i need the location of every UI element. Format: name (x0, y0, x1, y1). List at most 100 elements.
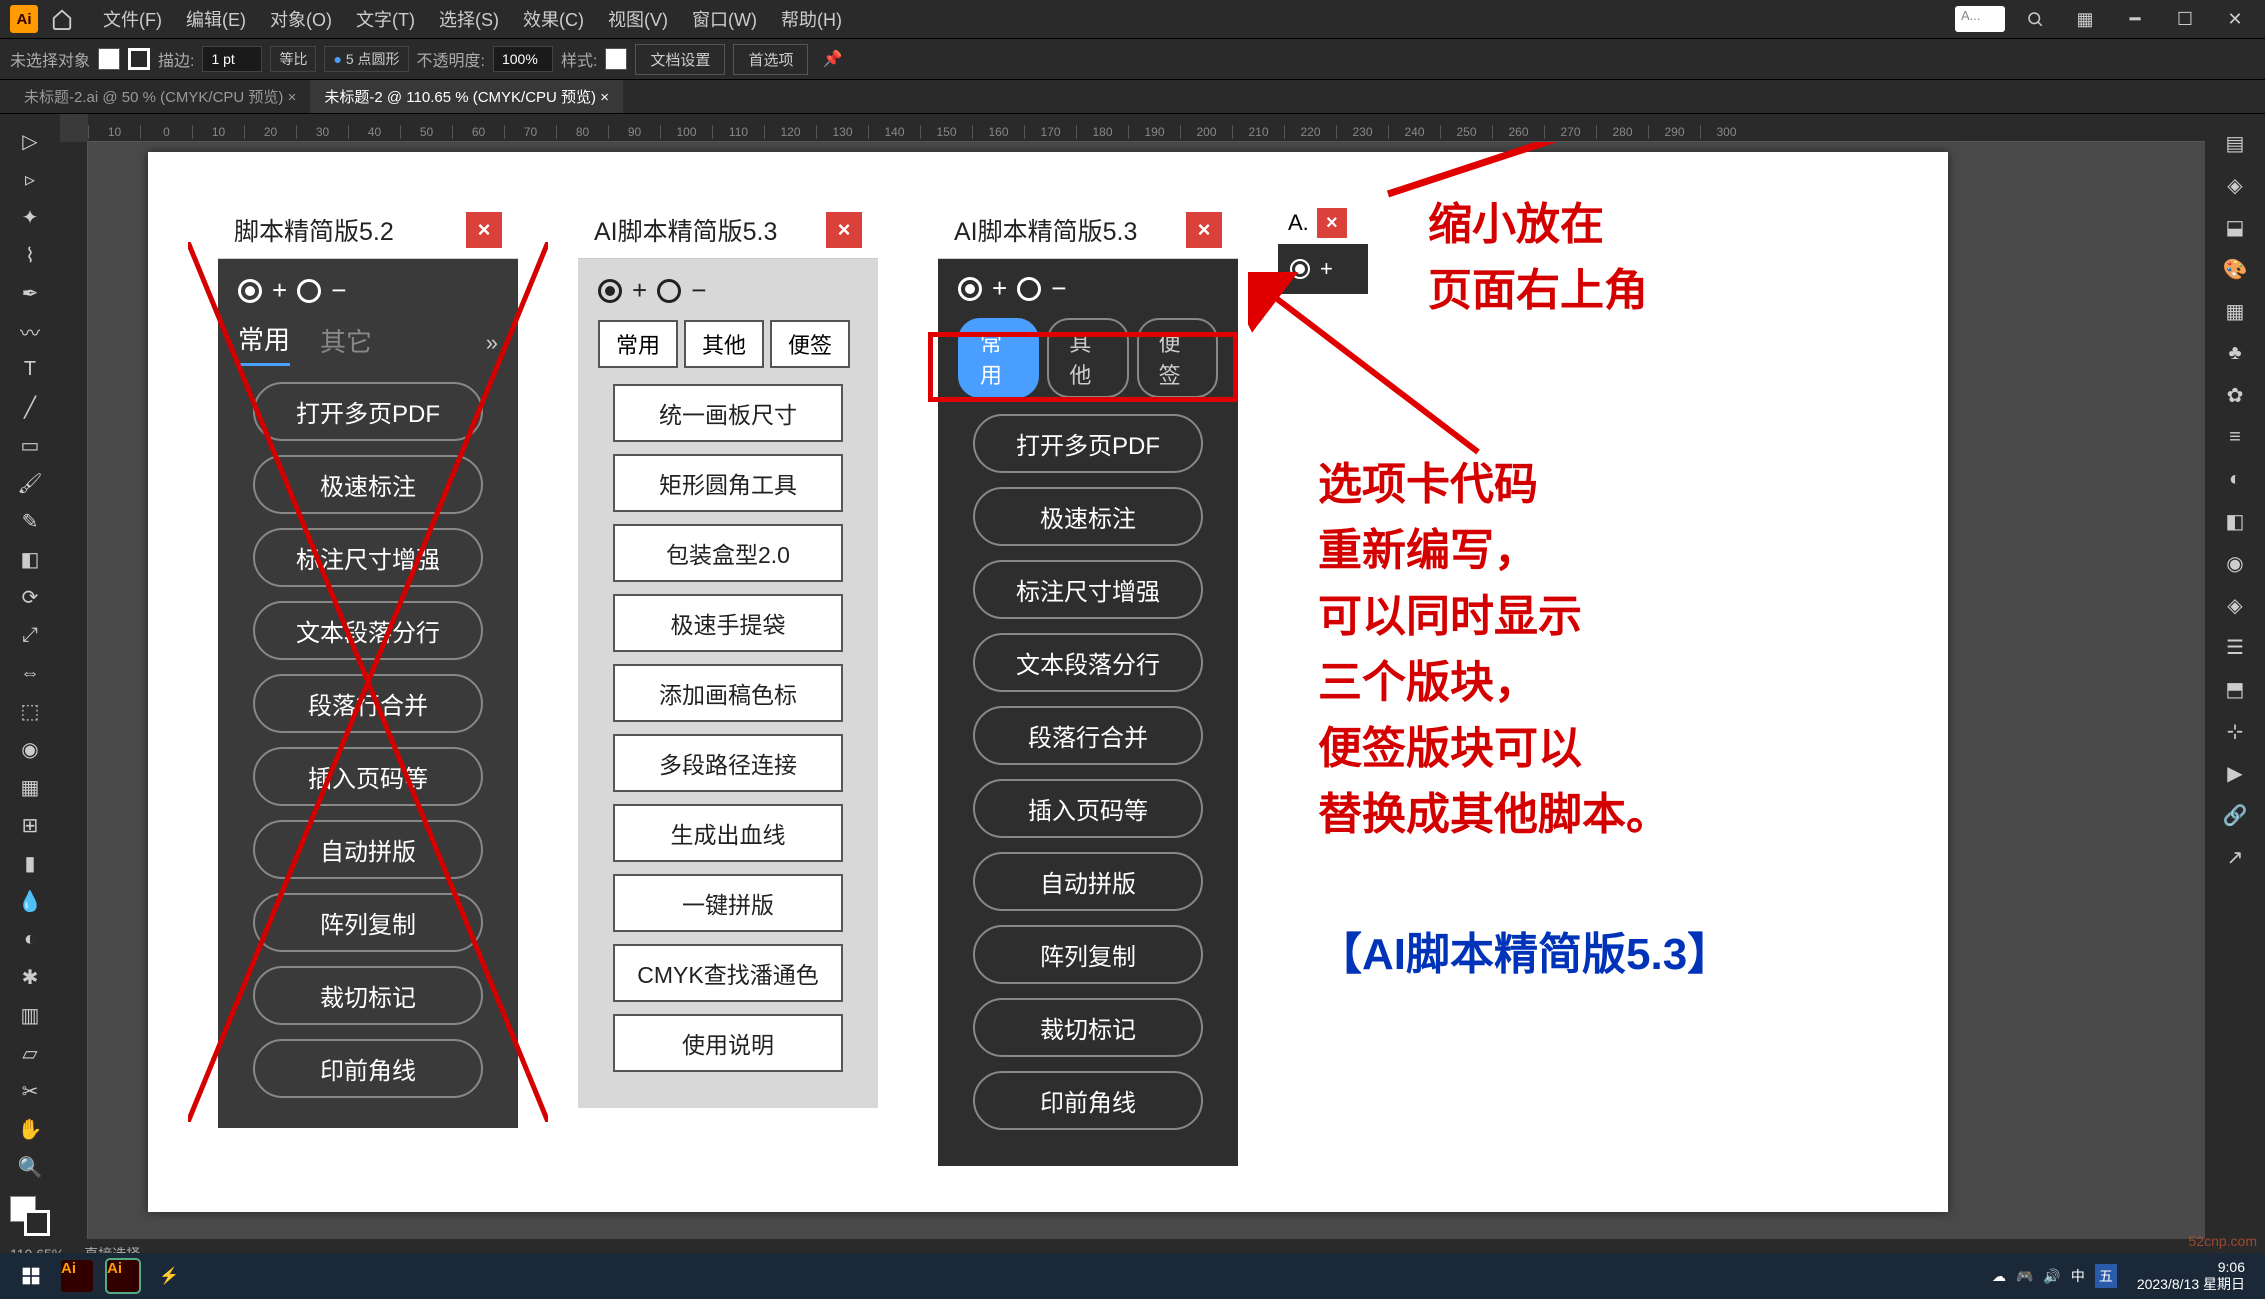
panel-53l-tab-common[interactable]: 常用 (598, 320, 678, 368)
script-button[interactable]: 生成出血线 (613, 804, 843, 862)
minimize-button[interactable]: ━ (2115, 4, 2155, 34)
preferences-button[interactable]: 首选项 (733, 44, 808, 75)
appearance-icon[interactable]: ◉ (2211, 542, 2259, 584)
stroke-swatch[interactable] (128, 48, 150, 70)
actions-icon[interactable]: ▶ (2211, 752, 2259, 794)
hand-tool[interactable]: ✋ (6, 1110, 54, 1148)
radio-icon[interactable] (238, 279, 262, 303)
eraser-tool[interactable]: ◧ (6, 540, 54, 578)
search-icon[interactable] (2015, 4, 2055, 34)
script-button[interactable]: 裁切标记 (253, 966, 483, 1025)
radio-icon[interactable] (1017, 277, 1041, 301)
script-button[interactable]: 极速手提袋 (613, 594, 843, 652)
script-button[interactable]: 段落行合并 (253, 674, 483, 733)
script-button[interactable]: 插入页码等 (973, 779, 1203, 838)
script-button[interactable]: 使用说明 (613, 1014, 843, 1072)
pen-tool[interactable]: ✒ (6, 274, 54, 312)
script-button[interactable]: 文本段落分行 (973, 633, 1203, 692)
width-tool[interactable]: ⇔ (6, 654, 54, 692)
radio-icon[interactable] (958, 277, 982, 301)
panel-53l-tab-notes[interactable]: 便签 (770, 320, 850, 368)
links-icon[interactable]: 🔗 (2211, 794, 2259, 836)
maximize-button[interactable]: ☐ (2165, 4, 2205, 34)
stroke-weight-input[interactable] (202, 46, 262, 72)
tray-icon[interactable]: ☁ (1992, 1268, 2006, 1285)
panel-53l-close[interactable]: × (826, 212, 862, 248)
color-icon[interactable]: 🎨 (2211, 248, 2259, 290)
free-transform-tool[interactable]: ⬚ (6, 692, 54, 730)
script-button[interactable]: 印前角线 (973, 1071, 1203, 1130)
gradient-icon[interactable]: ◐ (2211, 458, 2259, 500)
tray-ime2-icon[interactable]: 五 (2095, 1264, 2117, 1288)
mesh-tool[interactable]: ⊞ (6, 806, 54, 844)
menu-edit[interactable]: 编辑(E) (174, 6, 258, 32)
rectangle-tool[interactable]: ▭ (6, 426, 54, 464)
script-button[interactable]: 标注尺寸增强 (973, 560, 1203, 619)
menu-window[interactable]: 窗口(W) (680, 6, 769, 32)
script-button[interactable]: 一键拼版 (613, 874, 843, 932)
script-button[interactable]: 极速标注 (973, 487, 1203, 546)
expand-icon[interactable]: » (486, 330, 498, 356)
pin-icon[interactable]: 📌 (822, 49, 842, 69)
menu-view[interactable]: 视图(V) (596, 6, 680, 32)
panel-52-tab-common[interactable]: 常用 (238, 320, 290, 366)
swatches-icon[interactable]: ▦ (2211, 290, 2259, 332)
menu-object[interactable]: 对象(O) (258, 6, 344, 32)
script-button[interactable]: 多段路径连接 (613, 734, 843, 792)
menu-select[interactable]: 选择(S) (427, 6, 511, 32)
endpoint-dropdown[interactable]: ● 5 点圆形 (324, 46, 408, 72)
menu-effect[interactable]: 效果(C) (511, 6, 596, 32)
home-icon[interactable] (48, 5, 76, 33)
asset-export-icon[interactable]: ↗ (2211, 836, 2259, 878)
script-button[interactable]: 插入页码等 (253, 747, 483, 806)
script-button[interactable]: 文本段落分行 (253, 601, 483, 660)
panel-53d-close[interactable]: × (1186, 212, 1222, 248)
graph-tool[interactable]: ▥ (6, 996, 54, 1034)
scale-tool[interactable]: ⤢ (6, 616, 54, 654)
shaper-tool[interactable]: ✎ (6, 502, 54, 540)
rotate-tool[interactable]: ⟳ (6, 578, 54, 616)
paintbrush-tool[interactable]: 🖌 (6, 464, 54, 502)
panel-mini-close[interactable]: × (1317, 208, 1347, 238)
shape-builder-tool[interactable]: ◉ (6, 730, 54, 768)
tray-ime-icon[interactable]: 中 (2071, 1266, 2085, 1286)
close-button[interactable]: ✕ (2215, 4, 2255, 34)
libraries-icon[interactable]: ⬓ (2211, 206, 2259, 248)
taskbar-app-3[interactable]: ⚡ (148, 1257, 190, 1295)
gradient-tool[interactable]: ▮ (6, 844, 54, 882)
tray-icon[interactable]: 🎮 (2016, 1268, 2033, 1285)
script-button[interactable]: 矩形圆角工具 (613, 454, 843, 512)
radio-icon[interactable] (297, 279, 321, 303)
script-button[interactable]: 印前角线 (253, 1039, 483, 1098)
properties-icon[interactable]: ▤ (2211, 122, 2259, 164)
panel-52-tab-other[interactable]: 其它 (320, 322, 372, 365)
script-button[interactable]: 打开多页PDF (973, 414, 1203, 473)
brushes-icon[interactable]: ♣ (2211, 332, 2259, 374)
magic-wand-tool[interactable]: ✦ (6, 198, 54, 236)
menu-type[interactable]: 文字(T) (344, 6, 427, 32)
script-button[interactable]: 极速标注 (253, 455, 483, 514)
doc-tab-1[interactable]: 未标题-2.ai @ 50 % (CMYK/CPU 预览) × (10, 80, 310, 113)
script-button[interactable]: 阵列复制 (973, 925, 1203, 984)
script-button[interactable]: CMYK查找潘通色 (613, 944, 843, 1002)
script-button[interactable]: 自动拼版 (253, 820, 483, 879)
stroke-icon[interactable]: ≡ (2211, 416, 2259, 458)
color-picker[interactable] (10, 1196, 50, 1236)
artboard-tool[interactable]: ▱ (6, 1034, 54, 1072)
curvature-tool[interactable]: 〰 (6, 312, 54, 350)
script-button[interactable]: 添加画稿色标 (613, 664, 843, 722)
pathfinder-icon[interactable]: ⬒ (2211, 668, 2259, 710)
slice-tool[interactable]: ✂ (6, 1072, 54, 1110)
transform-icon[interactable]: ⊹ (2211, 710, 2259, 752)
script-button[interactable]: 段落行合并 (973, 706, 1203, 765)
direct-selection-tool[interactable]: ▹ (6, 160, 54, 198)
uniform-dropdown[interactable]: 等比 (270, 46, 316, 72)
arrange-icon[interactable]: ▦ (2065, 4, 2105, 34)
menu-help[interactable]: 帮助(H) (769, 6, 854, 32)
script-button[interactable]: 标注尺寸增强 (253, 528, 483, 587)
panel-53l-tab-other[interactable]: 其他 (684, 320, 764, 368)
canvas[interactable]: 脚本精简版5.2 × + − 常用 其它 » 打开多页PDF极速标注标注尺寸增强… (88, 142, 2205, 1239)
align-icon[interactable]: ☰ (2211, 626, 2259, 668)
radio-icon[interactable] (598, 279, 622, 303)
search-input[interactable]: A... (1955, 6, 2005, 32)
